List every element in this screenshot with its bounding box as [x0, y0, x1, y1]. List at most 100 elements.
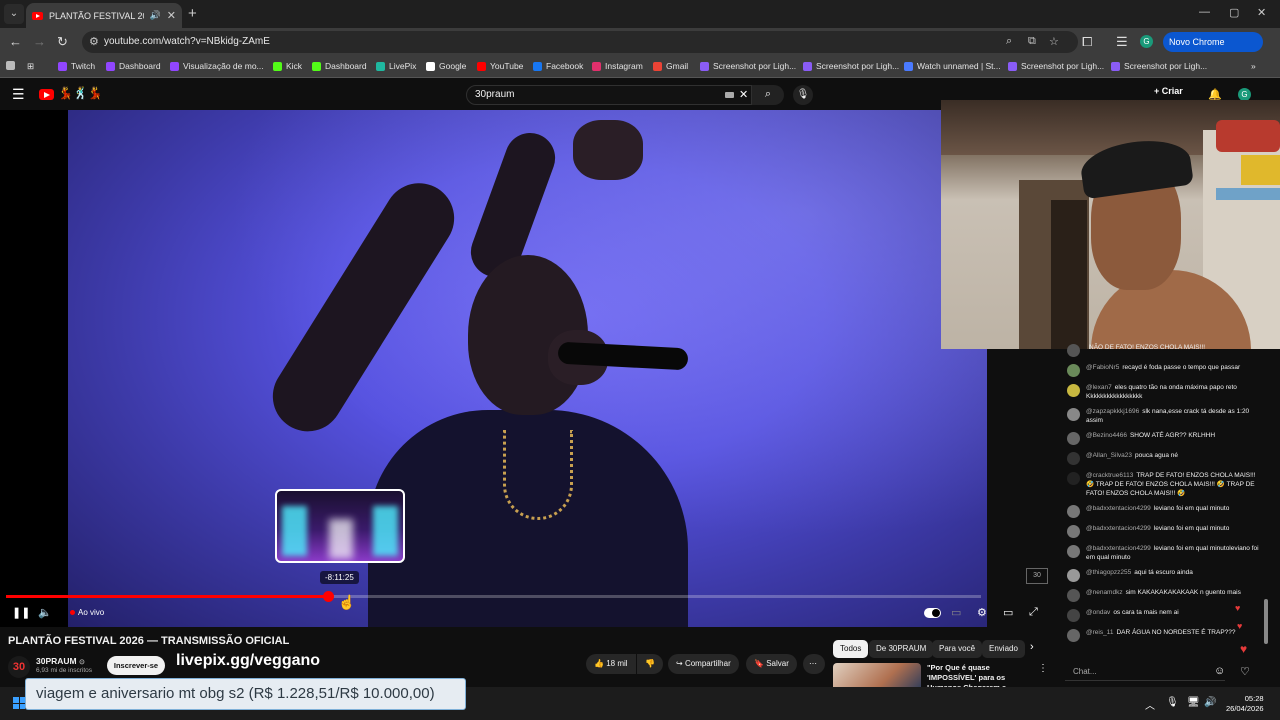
save-button[interactable]: 🔖 Salvar: [746, 654, 797, 674]
keyboard-icon[interactable]: [725, 92, 734, 98]
forward-arrow-icon[interactable]: →: [33, 34, 46, 49]
chat-avatar[interactable]: [1067, 472, 1080, 485]
bookmark-item[interactable]: Google: [426, 61, 466, 71]
windows-start-icon[interactable]: [13, 697, 25, 709]
chat-avatar[interactable]: [1067, 525, 1080, 538]
chat-message[interactable]: @lexan7 eles quatro tão na onda máxima pa…: [1057, 381, 1267, 405]
chat-author[interactable]: @cracktrue6113: [1086, 472, 1133, 479]
speaker-tray-icon[interactable]: 🔊: [1204, 697, 1216, 708]
chat-author[interactable]: @zapzapkkkj1696: [1086, 408, 1139, 415]
settings-gear-icon[interactable]: ⚙: [977, 606, 987, 619]
chat-scrollbar[interactable]: [1264, 599, 1268, 644]
reload-icon[interactable]: ↻: [57, 34, 68, 50]
bookmark-item[interactable]: YouTube: [477, 61, 523, 71]
reading-list-icon[interactable]: ☰: [1116, 34, 1128, 50]
chat-author[interactable]: @thiagopzz255: [1086, 569, 1131, 576]
bookmark-item[interactable]: Visualização de mo...: [170, 61, 264, 71]
close-tab-icon[interactable]: ✕: [167, 9, 176, 22]
chat-message[interactable]: @badxxtentacion4299 leviano foi em qual m…: [1057, 542, 1267, 566]
bookmark-item[interactable]: Dashboard: [312, 61, 367, 71]
chat-author[interactable]: @reis_11: [1086, 629, 1113, 636]
taskbar-clock[interactable]: 05:28 26/04/2026: [1226, 694, 1264, 714]
bookmark-item[interactable]: Dashboard: [106, 61, 161, 71]
menu-hamburger-icon[interactable]: ☰: [12, 86, 25, 103]
chat-message[interactable]: @badxxtentacion4299 leviano foi em qual m…: [1057, 522, 1267, 542]
chat-avatar[interactable]: [1067, 344, 1080, 357]
tab-search-button[interactable]: ⌄: [4, 4, 24, 24]
subscribe-button[interactable]: Inscrever-se: [107, 656, 165, 675]
chat-author[interactable]: @FabioNr5: [1086, 364, 1119, 371]
chat-message[interactable]: @badxxtentacion4299 leviano foi em qual m…: [1057, 502, 1267, 522]
chat-avatar[interactable]: [1067, 408, 1080, 421]
chat-message[interactable]: @Allan_Silva23 pouca agua né: [1057, 449, 1267, 469]
progress-bar[interactable]: [6, 591, 981, 602]
chat-message[interactable]: @cracktrue6113 TRAP DE FATO! ENZOS CHOLA …: [1057, 469, 1267, 502]
search-query[interactable]: 30praum: [475, 89, 514, 100]
heart-reaction-button-icon[interactable]: ♡: [1240, 665, 1250, 678]
more-bookmarks-icon[interactable]: »: [1251, 61, 1256, 71]
video-player[interactable]: [0, 110, 987, 627]
search-button[interactable]: ⌕: [752, 85, 784, 105]
progress-scrubber[interactable]: [322, 591, 334, 602]
new-tab-icon[interactable]: +: [188, 5, 197, 22]
youtube-logo-icon[interactable]: [39, 89, 54, 100]
volume-icon[interactable]: 🔈: [38, 606, 52, 619]
chat-avatar[interactable]: [1067, 545, 1080, 558]
share-button[interactable]: ↪ Compartilhar: [668, 654, 739, 674]
chat-author[interactable]: @nenamdkz: [1086, 589, 1123, 596]
pause-icon[interactable]: ❚❚: [12, 606, 30, 619]
bookmark-item[interactable]: Watch unnamed | St...: [904, 61, 1001, 71]
chat-avatar[interactable]: [1067, 364, 1080, 377]
doodle-dancers-icon[interactable]: 💃🕺💃: [58, 86, 103, 100]
site-info-icon[interactable]: ⚙: [89, 35, 99, 48]
subtitles-icon[interactable]: ▭: [951, 606, 961, 619]
chat-avatar[interactable]: [1067, 569, 1080, 582]
chat-avatar[interactable]: [1067, 609, 1080, 622]
address-bar[interactable]: ⚙ youtube.com/watch?v=NBkidg-ZAmE ⌕ ⧉ ☆: [82, 31, 1078, 53]
network-icon[interactable]: 🖥: [1187, 697, 1200, 708]
chat-message[interactable]: @Bezino4466 SHOW ATÉ AGR?? KRLHHH: [1057, 429, 1267, 449]
bookmark-item[interactable]: Gmail: [653, 61, 688, 71]
chat-message[interactable]: NÃO DE FATO! ENZOS CHOLA MAIS!!!: [1057, 341, 1267, 361]
zoom-search-icon[interactable]: ⌕: [1006, 35, 1012, 48]
video-frame[interactable]: [68, 110, 987, 627]
chat-avatar[interactable]: [1067, 629, 1080, 642]
apps-grid-icon[interactable]: ⊞: [27, 61, 34, 72]
more-actions-button[interactable]: ⋯: [803, 654, 825, 674]
chat-input[interactable]: Chat...: [1065, 663, 1225, 681]
microphone-tray-icon[interactable]: 🎙: [1166, 697, 1179, 708]
bookmark-item[interactable]: Screenshot por Ligh...: [1008, 61, 1104, 71]
filter-chip[interactable]: Todos: [833, 640, 869, 658]
extensions-icon[interactable]: ⧠: [1082, 34, 1092, 50]
filter-chip[interactable]: Enviado: [982, 640, 1025, 658]
bookmark-item[interactable]: Facebook: [533, 61, 583, 71]
maximize-window-icon[interactable]: ▢: [1229, 6, 1239, 19]
chat-author[interactable]: @Bezino4466: [1086, 432, 1127, 439]
autoplay-toggle[interactable]: [924, 608, 941, 618]
bookmark-item[interactable]: Screenshot por Ligh...: [700, 61, 796, 71]
create-button[interactable]: + Criar: [1154, 86, 1183, 96]
chat-message[interactable]: @thiagopzz255 aqui tá escuro ainda: [1057, 566, 1267, 586]
bookmark-item[interactable]: Screenshot por Ligh...: [803, 61, 899, 71]
chat-avatar[interactable]: [1067, 384, 1080, 397]
chat-message-list[interactable]: NÃO DE FATO! ENZOS CHOLA MAIS!!! @FabioNr…: [1057, 341, 1267, 646]
chat-author[interactable]: @lexan7: [1086, 384, 1112, 391]
chat-author[interactable]: @Allan_Silva23: [1086, 452, 1132, 459]
channel-name[interactable]: 30PRAUM ⊙: [36, 656, 85, 666]
chat-author[interactable]: @ondav: [1086, 609, 1110, 616]
channel-watermark[interactable]: 30: [1026, 568, 1048, 584]
chat-author[interactable]: @badxxtentacion4299: [1086, 505, 1151, 512]
filter-chip[interactable]: De 30PRAUM: [869, 640, 934, 658]
chat-author[interactable]: @badxxtentacion4299: [1086, 545, 1151, 552]
voice-search-button[interactable]: 🎙: [793, 85, 813, 105]
chat-avatar[interactable]: [1067, 432, 1080, 445]
fullscreen-icon[interactable]: ⤢: [1029, 606, 1038, 619]
bookmarks-folder-icon[interactable]: [6, 61, 15, 70]
chips-next-arrow-icon[interactable]: ›: [1030, 641, 1034, 653]
bookmark-item[interactable]: Instagram: [592, 61, 643, 71]
chat-message[interactable]: @zapzapkkkj1696 slk nana,esse crack tá de…: [1057, 405, 1267, 429]
chat-avatar[interactable]: [1067, 452, 1080, 465]
bookmark-item[interactable]: Screenshot por Ligh...: [1111, 61, 1207, 71]
chat-avatar[interactable]: [1067, 505, 1080, 518]
address-url[interactable]: youtube.com/watch?v=NBkidg-ZAmE: [104, 36, 270, 47]
